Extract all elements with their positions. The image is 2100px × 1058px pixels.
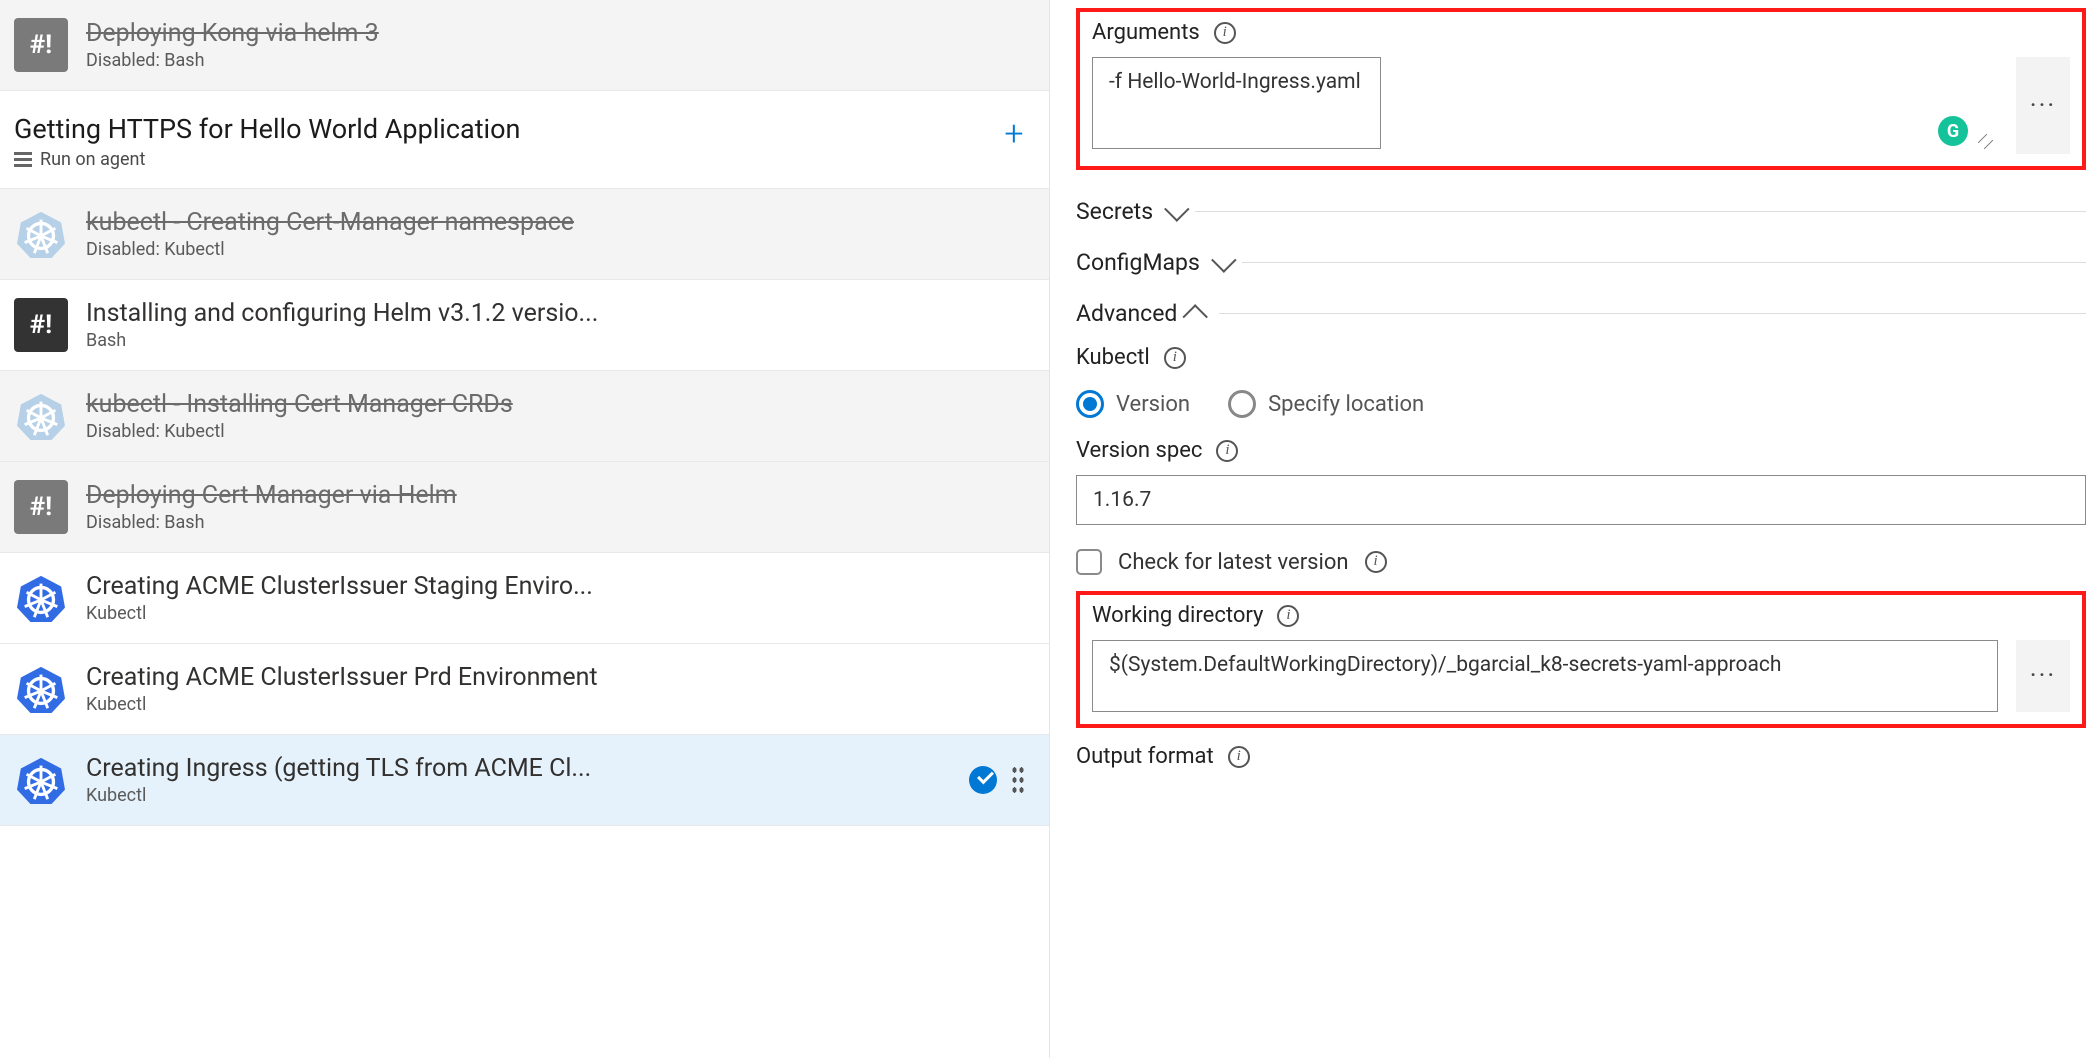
task-subtitle: Disabled: Bash	[86, 50, 1035, 71]
working-directory-section-highlight: Working directory ···	[1076, 591, 2086, 728]
info-icon[interactable]	[1365, 551, 1387, 573]
output-format-label: Output format	[1076, 744, 1214, 769]
task-list-panel: #! Deploying Kong via helm 3 Disabled: B…	[0, 0, 1050, 1058]
enabled-check-icon[interactable]	[969, 766, 997, 794]
task-item[interactable]: kubectl - Creating Cert-Manager namespac…	[0, 189, 1049, 280]
advanced-label: Advanced	[1076, 300, 1177, 327]
grammarly-icon[interactable]: G	[1938, 116, 1968, 146]
radio-location-label: Specify location	[1268, 392, 1424, 417]
task-item[interactable]: Creating ACME ClusterIssuer Prd Environm…	[0, 644, 1049, 735]
task-subtitle: Kubectl	[86, 694, 1035, 715]
kubectl-label: Kubectl	[1076, 345, 1150, 370]
task-item[interactable]: #! Deploying Kong via helm 3 Disabled: B…	[0, 0, 1049, 91]
task-subtitle: Disabled: Kubectl	[86, 421, 1035, 442]
secrets-label: Secrets	[1076, 198, 1153, 225]
add-task-button[interactable]: +	[993, 113, 1035, 155]
radio-version-option[interactable]: Version	[1076, 390, 1190, 418]
radio-checked-icon[interactable]	[1076, 390, 1104, 418]
stage-sub-label: Run on agent	[40, 149, 145, 170]
task-subtitle: Bash	[86, 330, 1035, 351]
bash-icon: #!	[14, 18, 68, 72]
stage-subtitle: Run on agent	[14, 149, 993, 170]
chevron-down-icon	[1211, 247, 1236, 272]
info-icon[interactable]	[1216, 440, 1238, 462]
configmaps-label: ConfigMaps	[1076, 249, 1200, 276]
arguments-input[interactable]	[1092, 57, 1381, 149]
task-subtitle: Disabled: Kubectl	[86, 239, 1035, 260]
kubernetes-icon	[14, 571, 68, 625]
task-title: Deploying Cert Manager via Helm	[86, 481, 1035, 510]
task-item[interactable]: #! Installing and configuring Helm v3.1.…	[0, 280, 1049, 371]
radio-unchecked-icon[interactable]	[1228, 390, 1256, 418]
info-icon[interactable]	[1228, 746, 1250, 768]
bash-icon: #!	[14, 480, 68, 534]
arguments-more-button[interactable]: ···	[2016, 57, 2070, 154]
kubernetes-icon	[14, 207, 68, 261]
task-title: Creating ACME ClusterIssuer Staging Envi…	[86, 572, 1035, 601]
working-directory-label: Working directory	[1092, 603, 1263, 628]
version-spec-label: Version spec	[1076, 438, 1202, 463]
stage-title: Getting HTTPS for Hello World Applicatio…	[14, 113, 993, 145]
configmaps-section-toggle[interactable]: ConfigMaps	[1076, 237, 2086, 288]
arguments-label: Arguments	[1092, 20, 1200, 45]
task-details-panel: Arguments G ··· Secrets ConfigMaps Advan…	[1050, 0, 2100, 1058]
chevron-up-icon	[1183, 304, 1208, 329]
task-item[interactable]: Creating ACME ClusterIssuer Staging Envi…	[0, 553, 1049, 644]
task-item[interactable]: kubectl - Installing Cert Manager CRDs D…	[0, 371, 1049, 462]
task-item-selected[interactable]: Creating Ingress (getting TLS from ACME …	[0, 735, 1049, 826]
advanced-section-toggle[interactable]: Advanced	[1076, 288, 2086, 339]
info-icon[interactable]	[1214, 22, 1236, 44]
radio-location-option[interactable]: Specify location	[1228, 390, 1424, 418]
check-latest-checkbox[interactable]	[1076, 549, 1102, 575]
chevron-down-icon	[1164, 196, 1189, 221]
info-icon[interactable]	[1277, 605, 1299, 627]
task-title: Creating Ingress (getting TLS from ACME …	[86, 754, 951, 783]
kubernetes-icon	[14, 662, 68, 716]
drag-handle-icon[interactable]	[1011, 765, 1025, 795]
resize-handle-icon[interactable]	[1978, 134, 1996, 152]
task-text: Deploying Kong via helm 3 Disabled: Bash	[86, 19, 1035, 71]
task-title: kubectl - Creating Cert-Manager namespac…	[86, 208, 1035, 237]
stage-header[interactable]: Getting HTTPS for Hello World Applicatio…	[0, 91, 1049, 189]
task-subtitle: Disabled: Bash	[86, 512, 1035, 533]
task-title: Creating ACME ClusterIssuer Prd Environm…	[86, 663, 1035, 692]
task-subtitle: Kubectl	[86, 785, 951, 806]
bash-icon: #!	[14, 298, 68, 352]
secrets-section-toggle[interactable]: Secrets	[1076, 186, 2086, 237]
task-subtitle: Kubectl	[86, 603, 1035, 624]
task-item[interactable]: #! Deploying Cert Manager via Helm Disab…	[0, 462, 1049, 553]
kubernetes-icon	[14, 753, 68, 807]
agent-icon	[14, 152, 32, 168]
task-title: kubectl - Installing Cert Manager CRDs	[86, 390, 1035, 419]
task-title: Deploying Kong via helm 3	[86, 19, 1035, 48]
kubectl-source-radio-group: Version Specify location	[1076, 382, 2086, 438]
working-directory-more-button[interactable]: ···	[2016, 640, 2070, 712]
check-latest-label: Check for latest version	[1118, 550, 1349, 575]
version-spec-input[interactable]	[1076, 475, 2086, 525]
info-icon[interactable]	[1164, 347, 1186, 369]
kubernetes-icon	[14, 389, 68, 443]
arguments-section-highlight: Arguments G ···	[1076, 8, 2086, 170]
working-directory-input[interactable]	[1092, 640, 1998, 712]
task-title: Installing and configuring Helm v3.1.2 v…	[86, 299, 1035, 328]
radio-version-label: Version	[1116, 392, 1190, 417]
